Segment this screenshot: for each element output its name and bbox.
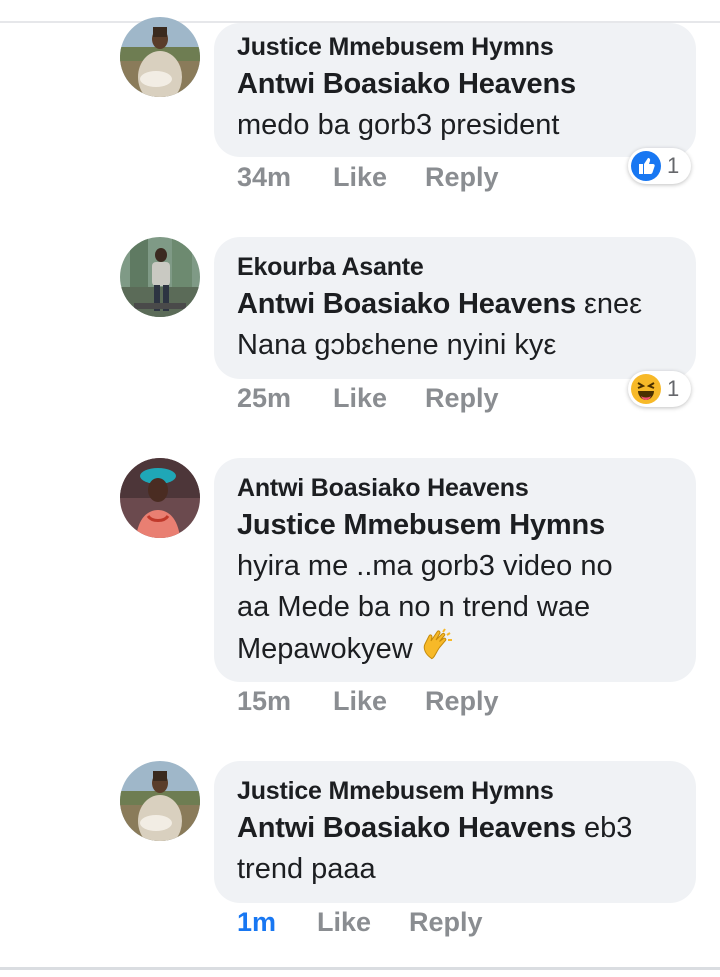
comment-text-line: hyira me ..ma gorb3 video no xyxy=(237,550,613,582)
comment-timestamp[interactable]: 1m xyxy=(237,907,317,938)
reply-button[interactable]: Reply xyxy=(425,383,499,414)
comment-actions: 15m Like Reply xyxy=(237,686,499,722)
comment-bubble: Justice Mmebusem Hymns Antwi Boasiako He… xyxy=(214,761,696,903)
comment-timestamp[interactable]: 34m xyxy=(237,162,333,193)
comment-timestamp[interactable]: 25m xyxy=(237,383,333,414)
comment-actions: 25m Like Reply xyxy=(237,383,499,419)
comment-bubble: Justice Mmebusem Hymns Antwi Boasiako He… xyxy=(214,23,696,157)
comment-text: trend paaa xyxy=(237,853,376,885)
reply-button[interactable]: Reply xyxy=(425,162,499,193)
like-button[interactable]: Like xyxy=(333,162,425,193)
avatar[interactable] xyxy=(120,761,200,841)
comment-text: Nana gɔbεhene nyini kyε xyxy=(237,329,557,361)
comment-actions: 1m Like Reply xyxy=(237,907,483,943)
mention-link[interactable]: Antwi Boasiako Heavens xyxy=(237,68,576,100)
reply-button[interactable]: Reply xyxy=(425,686,499,717)
like-button[interactable]: Like xyxy=(317,907,409,938)
mention-link[interactable]: Antwi Boasiako Heavens xyxy=(237,288,576,320)
reaction-count: 1 xyxy=(667,153,680,178)
avatar[interactable] xyxy=(120,17,200,97)
avatar[interactable] xyxy=(120,237,200,317)
haha-icon xyxy=(631,374,661,404)
comment-author[interactable]: Justice Mmebusem Hymns xyxy=(237,32,674,62)
comment-author[interactable]: Ekourba Asante xyxy=(237,252,674,282)
comment-text-line: Mepawokyew xyxy=(237,633,413,665)
comment-timestamp[interactable]: 15m xyxy=(237,686,333,717)
comment-author[interactable]: Justice Mmebusem Hymns xyxy=(237,776,674,806)
comment-text-inline: eb3 xyxy=(583,812,633,844)
mention-link[interactable]: Justice Mmebusem Hymns xyxy=(237,509,605,541)
bottom-divider xyxy=(0,967,720,970)
reaction-summary[interactable]: 1 xyxy=(628,371,691,407)
reaction-summary[interactable]: 1 xyxy=(628,148,691,184)
comment-bubble: Antwi Boasiako Heavens Justice Mmebusem … xyxy=(214,458,696,682)
comment-bubble: Ekourba Asante Antwi Boasiako Heavens εn… xyxy=(214,237,696,379)
comment-actions: 34m Like Reply xyxy=(237,162,499,198)
reaction-count: 1 xyxy=(667,376,680,401)
mention-link[interactable]: Antwi Boasiako Heavens xyxy=(237,812,576,844)
like-icon xyxy=(631,151,661,181)
avatar[interactable] xyxy=(120,458,200,538)
comment-text-inline: εneε xyxy=(583,288,643,320)
reply-button[interactable]: Reply xyxy=(409,907,483,938)
comment-text-line: aa Mede ba no n trend wae xyxy=(237,591,591,623)
like-button[interactable]: Like xyxy=(333,383,425,414)
clapping-hands-icon xyxy=(421,628,453,674)
like-button[interactable]: Like xyxy=(333,686,425,717)
comment-text: medo ba gorb3 president xyxy=(237,109,560,141)
comment-author[interactable]: Antwi Boasiako Heavens xyxy=(237,473,674,503)
